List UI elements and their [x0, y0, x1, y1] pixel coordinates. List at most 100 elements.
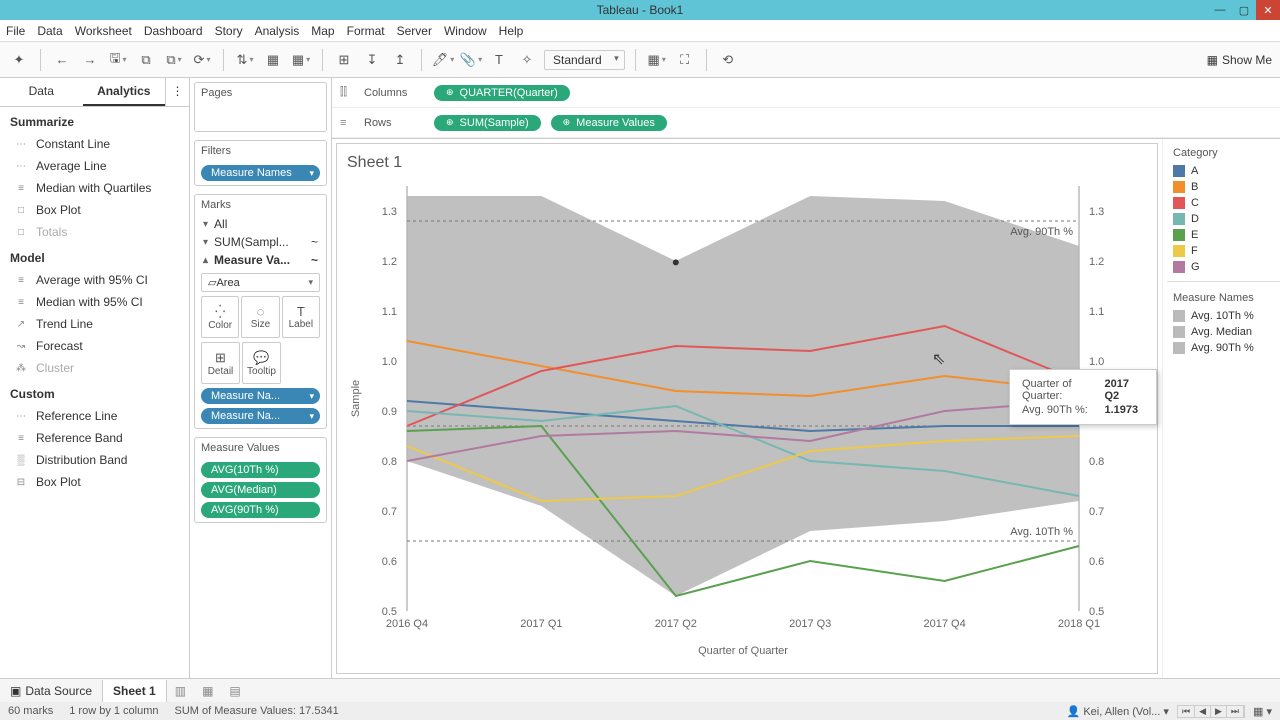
svg-text:1.1: 1.1 [382, 306, 397, 318]
menu-help[interactable]: Help [499, 24, 524, 38]
filmstrip-button[interactable]: ▦ ▾ [1253, 705, 1272, 718]
analytics-avg-ci[interactable]: ≡Average with 95% CI [0, 269, 189, 291]
marks-measure-values[interactable]: ▴Measure Va...~ [195, 251, 326, 269]
analytics-med-ci[interactable]: ≡Median with 95% CI [0, 291, 189, 313]
svg-text:2018 Q1: 2018 Q1 [1058, 618, 1100, 630]
show-me-button[interactable]: ▦ Show Me [1207, 53, 1272, 67]
menu-dashboard[interactable]: Dashboard [144, 24, 203, 38]
save-button[interactable]: 🖫 [107, 49, 129, 71]
mark-color[interactable]: ⁛Color [201, 296, 239, 338]
mark-tooltip[interactable]: 💬Tooltip [242, 342, 281, 384]
columns-shelf[interactable]: ⫿⫿ Columns QUARTER(Quarter) [332, 78, 1280, 108]
marks-pill-mn-color[interactable]: Measure Na...▾ [201, 388, 320, 404]
svg-text:Quarter of Quarter: Quarter of Quarter [698, 645, 788, 657]
marks-all[interactable]: ▾All [195, 215, 326, 233]
analytics-median-quartiles[interactable]: ≡Median with Quartiles [0, 177, 189, 199]
user-menu[interactable]: 👤 Kei, Allen (Vol... ▾ [1067, 705, 1169, 718]
refresh-button[interactable]: ⟳ [191, 49, 213, 71]
legend-mn[interactable]: Avg. 10Th % [1167, 308, 1280, 324]
rows-pill-sum-sample[interactable]: SUM(Sample) [434, 115, 541, 131]
legend-cat-F[interactable]: F [1167, 243, 1280, 259]
close-button[interactable]: ✕ [1256, 0, 1280, 20]
menu-worksheet[interactable]: Worksheet [75, 24, 132, 38]
cards-button[interactable]: ▦ [646, 49, 668, 71]
svg-text:2017 Q3: 2017 Q3 [789, 618, 831, 630]
pages-card[interactable]: Pages [194, 82, 327, 132]
pin-button[interactable]: ✧ [516, 49, 538, 71]
highlight-button[interactable]: 🖊 [432, 49, 454, 71]
tab-collapse-icon[interactable]: ⋮ [165, 78, 189, 106]
menu-story[interactable]: Story [215, 24, 243, 38]
svg-text:0.5: 0.5 [382, 606, 397, 618]
tab-data-source[interactable]: ▣Data Source [0, 680, 103, 702]
marks-sum-sample[interactable]: ▾SUM(Sampl...~ [195, 233, 326, 251]
new-worksheet-button[interactable]: ▥ [167, 680, 194, 702]
fit-selector[interactable]: Standard [544, 50, 625, 70]
legend-cat-G[interactable]: G [1167, 259, 1280, 275]
tab-sheet-1[interactable]: Sheet 1 [103, 680, 167, 702]
analytics-average-line[interactable]: ⋯Average Line [0, 155, 189, 177]
rows-pill-measure-values[interactable]: Measure Values [551, 115, 667, 131]
new-data-button[interactable]: ⧉ [135, 49, 157, 71]
undo-button[interactable]: ← [51, 49, 73, 71]
analytics-forecast[interactable]: ↝Forecast [0, 335, 189, 357]
mark-type-selector[interactable]: ▱ Area [201, 273, 320, 292]
tab-analytics[interactable]: Analytics [83, 78, 166, 106]
menu-window[interactable]: Window [444, 24, 487, 38]
menu-format[interactable]: Format [347, 24, 385, 38]
legend-cat-B[interactable]: B [1167, 179, 1280, 195]
analytics-constant-line[interactable]: ⋯Constant Line [0, 133, 189, 155]
analytics-box-plot-2[interactable]: ⊟Box Plot [0, 471, 189, 493]
sort-desc-button[interactable]: ▦ [290, 49, 312, 71]
columns-pill-quarter[interactable]: QUARTER(Quarter) [434, 85, 570, 101]
new-dashboard-button[interactable]: ▦ [194, 680, 221, 702]
legend-cat-E[interactable]: E [1167, 227, 1280, 243]
swap-button[interactable]: ⇅ [234, 49, 256, 71]
analytics-ref-line[interactable]: ⋯Reference Line [0, 405, 189, 427]
sheet-tabs: ▣Data Source Sheet 1 ▥ ▦ ▤ [0, 678, 1280, 702]
tab-data[interactable]: Data [0, 78, 83, 106]
mark-detail[interactable]: ⊞Detail [201, 342, 240, 384]
attachment-button[interactable]: 📎 [460, 49, 482, 71]
present-button[interactable]: ⛶ [674, 49, 696, 71]
mv-pill-10th[interactable]: AVG(10Th %) [201, 462, 320, 478]
new-story-button[interactable]: ▤ [221, 680, 248, 702]
menu-analysis[interactable]: Analysis [255, 24, 300, 38]
mark-label[interactable]: TLabel [282, 296, 320, 338]
mark-size[interactable]: ◌Size [241, 296, 279, 338]
group-button[interactable]: ⊞ [333, 49, 355, 71]
legend-cat-D[interactable]: D [1167, 211, 1280, 227]
marks-pill-mn-label[interactable]: Measure Na...▾ [201, 408, 320, 424]
chart-viewport[interactable]: Sheet 1 0.50.50.60.60.70.70.80.80.90.91.… [336, 143, 1158, 674]
legend-cat-C[interactable]: C [1167, 195, 1280, 211]
filters-card[interactable]: Filters Measure Names▾ [194, 140, 327, 186]
rows-shelf[interactable]: ≡ Rows SUM(Sample) Measure Values [332, 108, 1280, 138]
legend-cat-A[interactable]: A [1167, 163, 1280, 179]
analytics-trend-line[interactable]: ↗Trend Line [0, 313, 189, 335]
sort-asc-button[interactable]: ▦ [262, 49, 284, 71]
mv-pill-90th[interactable]: AVG(90Th %) [201, 502, 320, 518]
analytics-ref-band[interactable]: ≡Reference Band [0, 427, 189, 449]
analytics-box-plot[interactable]: □Box Plot [0, 199, 189, 221]
nav-buttons[interactable]: ⏮◀▶⏭ [1177, 705, 1245, 718]
maximize-button[interactable]: ▢ [1232, 0, 1256, 20]
minimize-button[interactable]: — [1208, 0, 1232, 20]
filter-pill-measure-names[interactable]: Measure Names▾ [201, 165, 320, 181]
menu-file[interactable]: File [6, 24, 25, 38]
legend-mn[interactable]: Avg. Median [1167, 324, 1280, 340]
analytics-dist-band[interactable]: ▒Distribution Band [0, 449, 189, 471]
menu-map[interactable]: Map [311, 24, 334, 38]
label-button[interactable]: T [488, 49, 510, 71]
redo-button[interactable]: → [79, 49, 101, 71]
new-sheet-button[interactable]: ⧉ [163, 49, 185, 71]
logo-icon[interactable]: ✦ [8, 49, 30, 71]
share-button[interactable]: ⟲ [717, 49, 739, 71]
menu-data[interactable]: Data [37, 24, 62, 38]
menu-bar: File Data Worksheet Dashboard Story Anal… [0, 20, 1280, 42]
sort-button-2[interactable]: ↥ [389, 49, 411, 71]
sort-button[interactable]: ↧ [361, 49, 383, 71]
menu-server[interactable]: Server [397, 24, 432, 38]
mv-pill-median[interactable]: AVG(Median) [201, 482, 320, 498]
legend-mn[interactable]: Avg. 90Th % [1167, 340, 1280, 356]
svg-text:0.6: 0.6 [1089, 556, 1104, 568]
